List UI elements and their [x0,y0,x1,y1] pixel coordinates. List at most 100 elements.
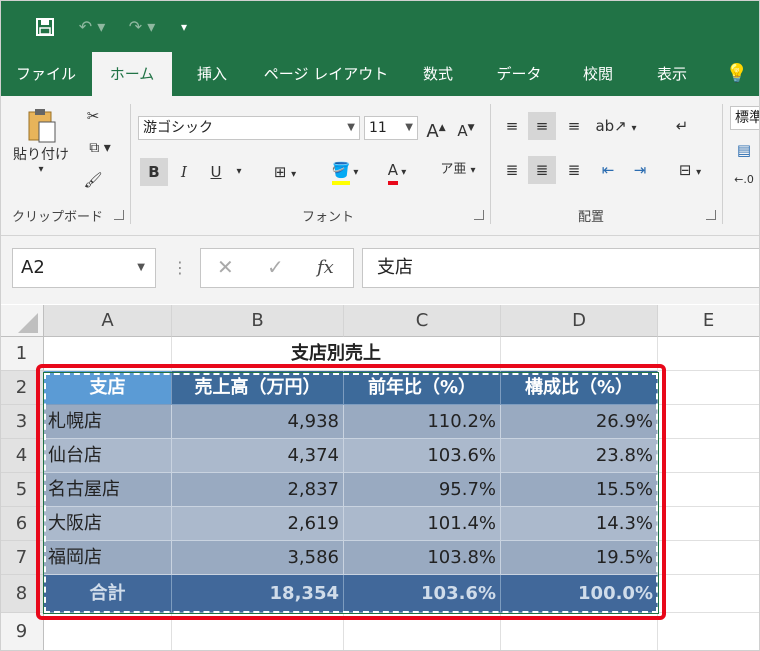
table-cell[interactable]: 2,619 [172,507,344,541]
wrap-text-icon[interactable]: ↵ [668,112,696,140]
table-cell[interactable]: 19.5% [501,541,658,575]
formula-input[interactable]: 支店 [362,248,760,288]
row-header-1[interactable]: 1 [0,337,44,371]
align-left-icon[interactable]: ≣ [498,156,526,184]
cell-e1[interactable] [658,337,760,371]
cell-b9[interactable] [172,613,344,651]
insert-function-icon[interactable]: fx [317,257,334,278]
border-icon[interactable]: ⊞ ▾ [262,158,308,189]
total-cell[interactable]: 103.6% [344,575,501,613]
cell-d9[interactable] [501,613,658,651]
accounting-format-icon[interactable]: ▤ [730,136,758,164]
row-header-8[interactable]: 8 [0,575,44,613]
tab-review[interactable]: 校閲 [568,52,628,96]
tab-view[interactable]: 表示 [644,52,700,96]
merge-center-icon[interactable]: ⊟ ▾ [668,156,712,187]
number-format-dropdown[interactable]: 標準 [730,106,760,130]
total-cell[interactable]: 100.0% [501,575,658,613]
column-header-e[interactable]: E [658,305,760,337]
cell-e7[interactable] [658,541,760,575]
cell-a1[interactable] [44,337,172,371]
table-cell[interactable]: 3,586 [172,541,344,575]
increase-indent-icon[interactable]: ⇥ [626,156,654,184]
table-cell[interactable]: 大阪店 [44,507,172,541]
font-name-dropdown[interactable]: 游ゴシック ▼ [138,116,360,140]
table-cell[interactable]: 14.3% [501,507,658,541]
row-header-9[interactable]: 9 [0,613,44,651]
header-cell[interactable]: 構成比（%） [501,371,658,405]
cell-e8[interactable] [658,575,760,613]
column-header-a[interactable]: A [44,305,172,337]
table-cell[interactable]: 4,374 [172,439,344,473]
tab-formulas[interactable]: 数式 [410,52,466,96]
cancel-icon[interactable]: ✕ [217,255,234,279]
font-launcher-icon[interactable] [474,210,484,220]
align-center-icon[interactable]: ≣ [528,156,556,184]
table-cell[interactable]: 仙台店 [44,439,172,473]
table-cell[interactable]: 101.4% [344,507,501,541]
tab-page-layout[interactable]: ページ レイアウト [256,52,396,96]
column-header-c[interactable]: C [344,305,501,337]
increase-font-size-button[interactable]: A▲ [424,114,448,146]
row-header-5[interactable]: 5 [0,473,44,507]
more-options-icon[interactable]: ⋮ [172,258,188,277]
table-cell[interactable]: 福岡店 [44,541,172,575]
bold-button[interactable]: B [140,158,168,186]
tab-file[interactable]: ファイル [10,52,82,96]
table-cell[interactable]: 103.6% [344,439,501,473]
enter-icon[interactable]: ✓ [267,255,284,279]
copy-icon[interactable]: ⧉ ▾ [80,134,120,162]
cell-e2[interactable] [658,371,760,405]
phonetic-guide-icon[interactable]: ア亜 ▾ [436,156,480,185]
table-cell[interactable]: 4,938 [172,405,344,439]
row-header-7[interactable]: 7 [0,541,44,575]
cut-icon[interactable]: ✂ [80,102,106,130]
tab-data[interactable]: データ [484,52,554,96]
italic-button[interactable]: I [172,158,196,186]
table-cell[interactable]: 名古屋店 [44,473,172,507]
format-painter-icon[interactable]: 🖌 [80,166,106,194]
select-all-corner[interactable] [0,305,44,337]
name-box[interactable]: A2 ▼ [12,248,156,288]
align-middle-icon[interactable]: ≡ [528,112,556,140]
font-color-icon[interactable]: A ▾ [374,156,420,187]
tab-insert[interactable]: 挿入 [184,52,240,96]
customize-icon[interactable]: ▾ [174,14,194,40]
fill-color-icon[interactable]: 🪣 ▾ [322,156,368,187]
table-cell[interactable]: 26.9% [501,405,658,439]
table-cell[interactable]: 札幌店 [44,405,172,439]
decrease-indent-icon[interactable]: ⇤ [594,156,622,184]
row-header-3[interactable]: 3 [0,405,44,439]
cell-e5[interactable] [658,473,760,507]
row-header-2[interactable]: 2 [0,371,44,405]
alignment-launcher-icon[interactable] [706,210,716,220]
align-top-icon[interactable]: ≡ [498,112,526,140]
save-icon[interactable] [30,14,60,40]
decrease-font-size-button[interactable]: A▼ [454,114,478,145]
cell-e3[interactable] [658,405,760,439]
header-cell[interactable]: 支店 [44,371,172,405]
chevron-down-icon[interactable]: ▾ [232,158,246,186]
clipboard-launcher-icon[interactable] [114,210,124,220]
total-cell[interactable]: 18,354 [172,575,344,613]
cell-e4[interactable] [658,439,760,473]
font-size-dropdown[interactable]: 11 ▼ [364,116,418,140]
cell-d1[interactable] [501,337,658,371]
cell-e9[interactable] [658,613,760,651]
table-cell[interactable]: 15.5% [501,473,658,507]
redo-icon[interactable]: ↷ ▾ [122,14,162,40]
align-right-icon[interactable]: ≣ [560,156,588,184]
undo-icon[interactable]: ↶ ▾ [72,14,112,40]
row-header-4[interactable]: 4 [0,439,44,473]
lightbulb-icon[interactable]: 💡 [722,52,752,96]
underline-button[interactable]: U [204,158,228,186]
table-cell[interactable]: 95.7% [344,473,501,507]
align-bottom-icon[interactable]: ≡ [560,112,588,140]
header-cell[interactable]: 売上高（万円） [172,371,344,405]
table-cell[interactable]: 2,837 [172,473,344,507]
table-cell[interactable]: 110.2% [344,405,501,439]
cell-a9[interactable] [44,613,172,651]
row-header-6[interactable]: 6 [0,507,44,541]
table-cell[interactable]: 23.8% [501,439,658,473]
header-cell[interactable]: 前年比（%） [344,371,501,405]
